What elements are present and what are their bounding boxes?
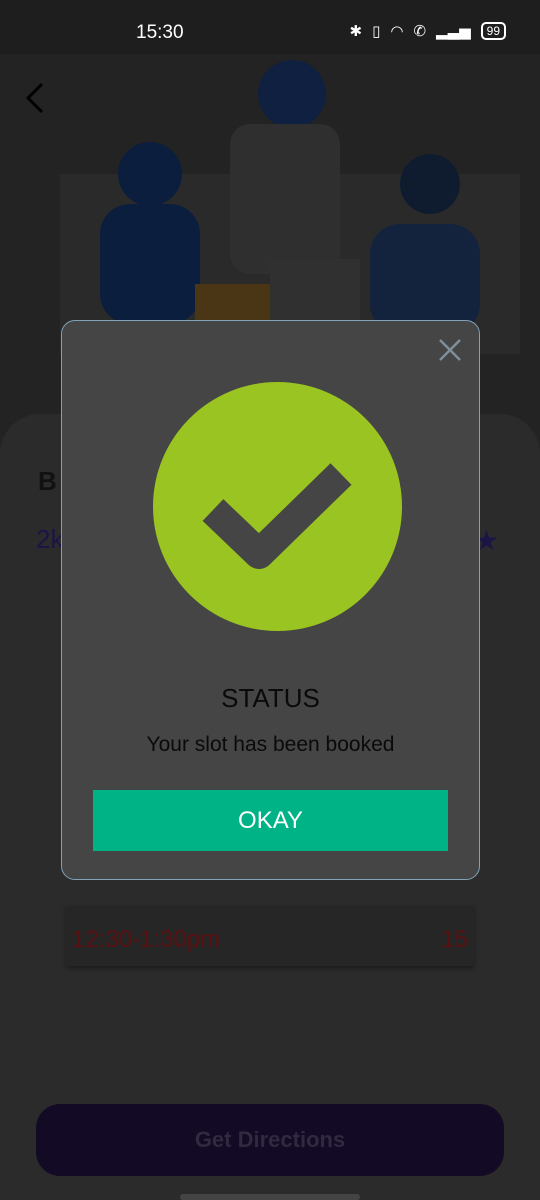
okay-button[interactable]: OKAY xyxy=(93,790,448,851)
slot-time: 12:30-1:30pm xyxy=(72,926,221,953)
place-title: B xyxy=(38,466,57,496)
slot-count: 15 xyxy=(441,926,468,953)
call-icon: ✆ xyxy=(413,23,427,40)
wifi-icon: ◠ xyxy=(390,23,404,40)
slot-card[interactable]: 12:30-1:30pm 15 xyxy=(66,906,474,966)
status-icons: ✱ ▯ ◠ ✆ ▂▃▅ 99 xyxy=(350,22,506,40)
battery-icon: 99 xyxy=(480,22,506,40)
dialog-title: STATUS xyxy=(221,683,320,713)
distance-text: 2k xyxy=(36,524,64,554)
vibrate-icon: ▯ xyxy=(372,23,381,40)
signal-icon: ▂▃▅ xyxy=(436,23,471,40)
home-indicator xyxy=(180,1194,360,1200)
clock: 15:30 xyxy=(136,22,184,43)
hero-illustration xyxy=(60,60,520,354)
bluetooth-icon: ✱ xyxy=(349,23,363,40)
dialog-message: Your slot has been booked xyxy=(146,733,395,756)
status-dialog: STATUS Your slot has been booked OKAY xyxy=(61,320,480,880)
back-arrow-icon[interactable] xyxy=(22,80,52,116)
check-circle-icon xyxy=(153,382,402,631)
close-icon[interactable] xyxy=(437,337,463,363)
get-directions-button[interactable]: Get Directions xyxy=(36,1104,504,1176)
status-bar: 15:30 ✱ ▯ ◠ ✆ ▂▃▅ 99 xyxy=(0,0,540,54)
